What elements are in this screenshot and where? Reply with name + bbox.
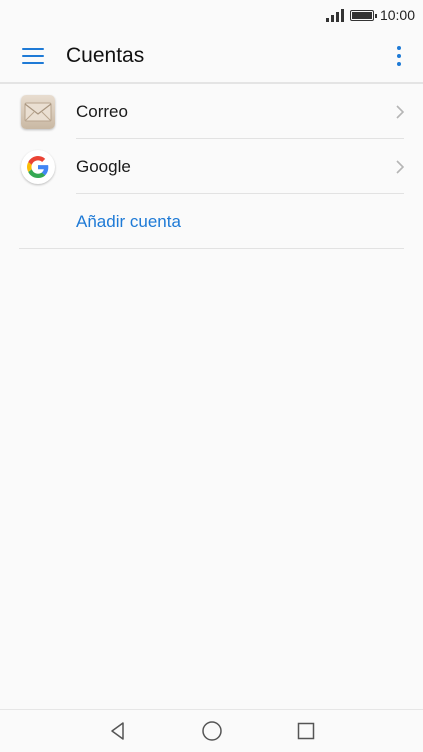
back-icon <box>110 722 124 740</box>
signal-icon <box>325 8 344 22</box>
google-icon <box>21 149 55 184</box>
recents-icon <box>297 722 314 740</box>
chevron-right-icon <box>385 159 415 175</box>
recents-button[interactable] <box>291 716 321 746</box>
email-app-icon <box>21 94 55 129</box>
account-item-correo[interactable]: Correo <box>0 84 423 139</box>
hamburger-menu-icon <box>22 48 44 64</box>
more-options-button[interactable] <box>375 30 423 82</box>
navigation-bar <box>0 709 423 752</box>
account-label: Google <box>76 156 131 176</box>
accounts-list: Correo Google Añadir cuenta <box>0 84 423 249</box>
account-label: Correo <box>76 101 128 121</box>
status-time: 10:00 <box>379 7 415 23</box>
battery-icon <box>349 9 377 21</box>
account-item-google[interactable]: Google <box>0 139 423 194</box>
app-bar: Cuentas <box>0 30 423 84</box>
page-title: Cuentas <box>66 44 145 67</box>
home-button[interactable] <box>197 716 227 746</box>
add-account-button[interactable]: Añadir cuenta <box>0 194 423 249</box>
divider <box>19 248 404 249</box>
home-icon <box>201 721 222 741</box>
menu-button[interactable] <box>0 30 66 82</box>
chevron-right-icon <box>385 104 415 120</box>
more-vert-icon <box>397 46 401 50</box>
status-bar: 10:00 <box>0 0 423 30</box>
add-account-label: Añadir cuenta <box>76 211 181 231</box>
back-button[interactable] <box>103 716 133 746</box>
